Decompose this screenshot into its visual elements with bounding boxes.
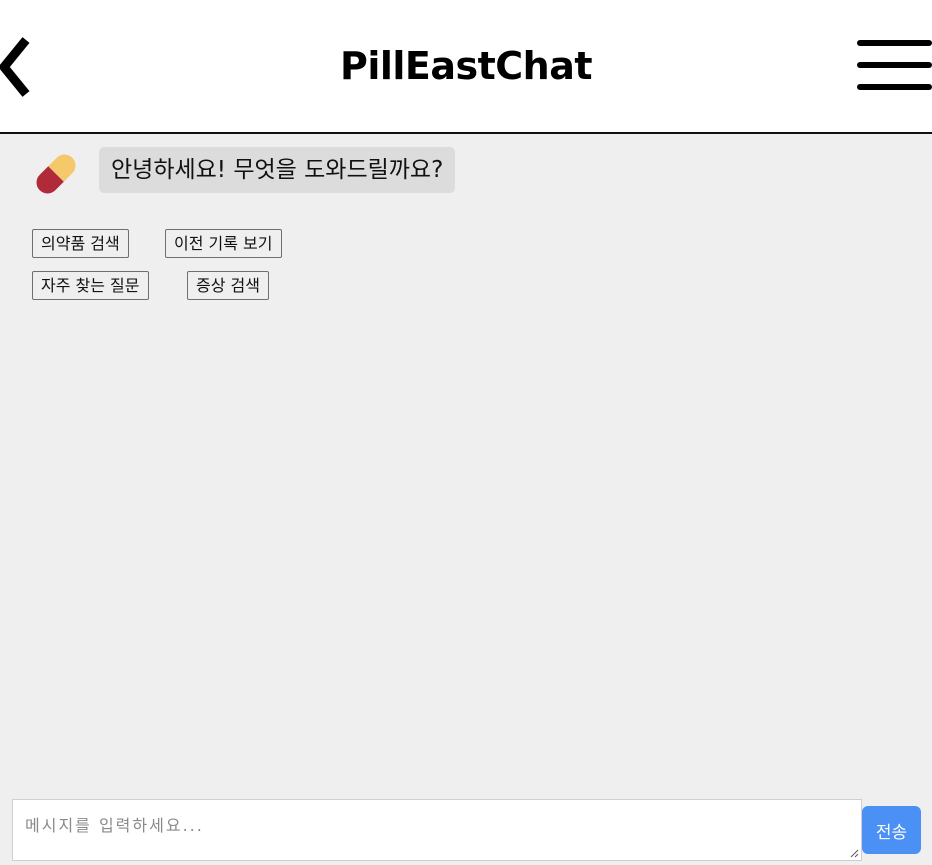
message-input-container [12, 799, 862, 861]
hamburger-menu-icon [857, 40, 932, 46]
quick-reply-medicine-search[interactable]: 의약품 검색 [32, 229, 129, 258]
quick-reply-faq[interactable]: 자주 찾는 질문 [32, 271, 149, 300]
chat-area: 안녕하세요! 무엇을 도와드릴까요? 의약품 검색 이전 기록 보기 자주 찾는… [0, 136, 932, 796]
hamburger-menu-icon [857, 62, 932, 68]
app-title: PillEastChat [339, 44, 593, 88]
resize-grip-icon[interactable] [849, 848, 859, 858]
quick-reply-symptom-search[interactable]: 증상 검색 [187, 271, 269, 300]
pill-capsule-icon [28, 146, 84, 202]
app-header: PillEastChat [0, 0, 932, 134]
send-button[interactable]: 전송 [862, 806, 921, 854]
quick-reply-history[interactable]: 이전 기록 보기 [165, 229, 282, 258]
menu-button[interactable] [857, 40, 932, 92]
hamburger-menu-icon [857, 84, 932, 90]
bot-greeting-bubble: 안녕하세요! 무엇을 도와드릴까요? [99, 147, 456, 193]
message-input[interactable] [13, 800, 861, 860]
